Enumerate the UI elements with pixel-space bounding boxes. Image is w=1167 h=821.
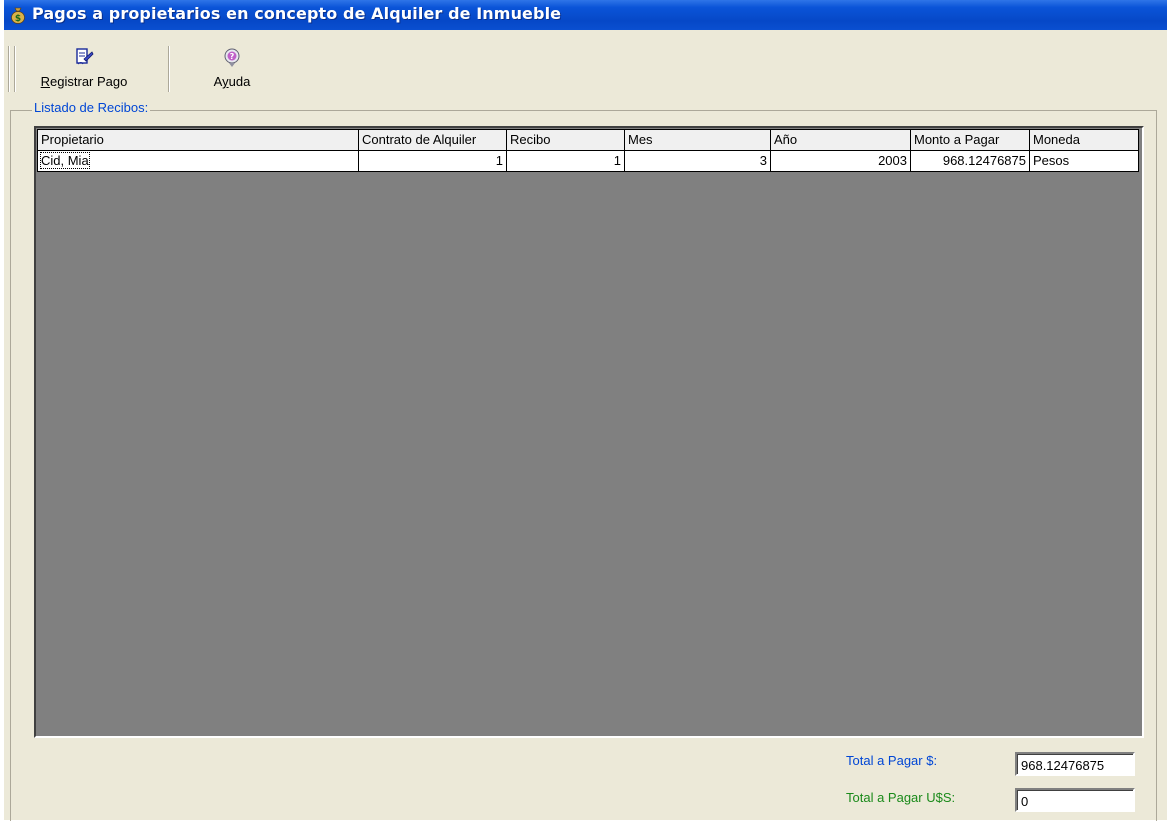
total-dollars-label: Total a Pagar U$S: — [846, 790, 956, 805]
help-button[interactable]: ? Ayuda — [200, 46, 264, 94]
cell-recibo[interactable]: 1 — [507, 151, 625, 172]
cell-mes[interactable]: 3 — [625, 151, 771, 172]
cell-contrato[interactable]: 1 — [359, 151, 507, 172]
column-header-recibo[interactable]: Recibo — [507, 129, 625, 151]
money-bag-icon: $ — [11, 7, 25, 24]
toolbar: Registrar Pago ? Ayuda — [4, 42, 1167, 98]
grid-header: Propietario Contrato de Alquiler Recibo … — [37, 129, 1139, 151]
total-dollars-field[interactable]: 0 — [1015, 788, 1135, 812]
cell-propietario[interactable]: Cid, Mia — [37, 151, 359, 172]
svg-text:$: $ — [15, 14, 21, 24]
column-header-contrato[interactable]: Contrato de Alquiler — [359, 129, 507, 151]
column-header-moneda[interactable]: Moneda — [1030, 129, 1139, 151]
receipts-group-title: Listado de Recibos: — [32, 100, 151, 115]
register-payment-label: Registrar Pago — [40, 74, 128, 89]
column-header-monto[interactable]: Monto a Pagar — [911, 129, 1030, 151]
cell-moneda[interactable]: Pesos — [1030, 151, 1139, 172]
total-pesos-label: Total a Pagar $: — [846, 753, 938, 768]
table-row[interactable]: Cid, Mia 1 1 3 2003 968.12476875 Pesos — [37, 151, 1139, 172]
toolbar-grip-2 — [14, 46, 16, 92]
column-header-propietario[interactable]: Propietario — [37, 129, 359, 151]
toolbar-grip[interactable] — [8, 46, 10, 92]
cell-propietario-text: Cid, Mia — [40, 152, 90, 169]
column-header-anio[interactable]: Año — [771, 129, 911, 151]
cell-monto[interactable]: 968.12476875 — [911, 151, 1030, 172]
toolbar-separator — [168, 46, 170, 92]
column-header-mes[interactable]: Mes — [625, 129, 771, 151]
register-payment-button[interactable]: Registrar Pago — [36, 46, 132, 94]
total-pesos-field[interactable]: 968.12476875 — [1015, 752, 1135, 776]
main-window: $ Pagos a propietarios en concepto de Al… — [4, 0, 1167, 821]
title-bar[interactable]: $ Pagos a propietarios en concepto de Al… — [4, 0, 1167, 30]
cell-anio[interactable]: 2003 — [771, 151, 911, 172]
receipts-grid[interactable]: Propietario Contrato de Alquiler Recibo … — [34, 126, 1144, 738]
help-label: Ayuda — [213, 74, 251, 89]
register-payment-icon — [76, 48, 94, 65]
svg-text:?: ? — [230, 52, 235, 61]
help-icon: ? — [224, 48, 240, 67]
window-title: Pagos a propietarios en concepto de Alqu… — [32, 4, 562, 23]
